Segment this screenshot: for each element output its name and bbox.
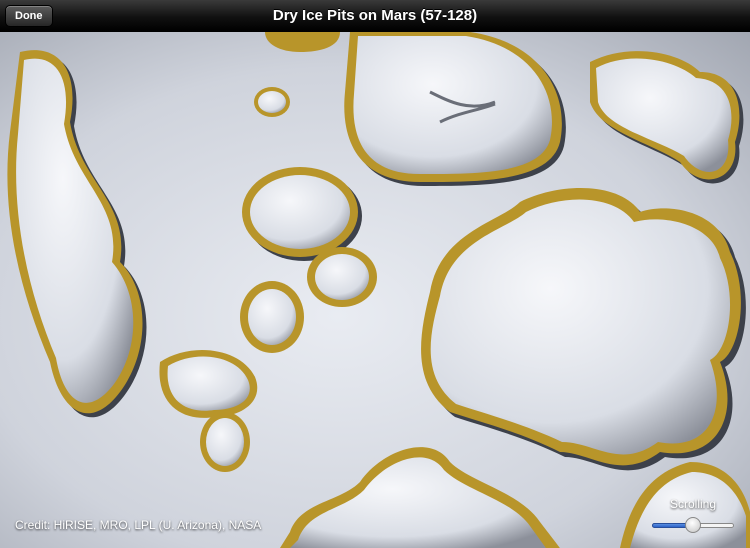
page-title: Dry Ice Pits on Mars (57-128) <box>272 7 478 24</box>
mars-pits-image[interactable] <box>0 32 750 548</box>
image-credit: Credit: HiRISE, MRO, LPL (U. Arizona), N… <box>15 518 262 532</box>
navigation-bar: Done Dry Ice Pits on Mars (57-128) <box>0 0 750 32</box>
slider-knob[interactable] <box>685 517 701 533</box>
scrolling-speed-slider[interactable] <box>652 517 734 533</box>
scrolling-label: Scrolling <box>670 497 717 511</box>
